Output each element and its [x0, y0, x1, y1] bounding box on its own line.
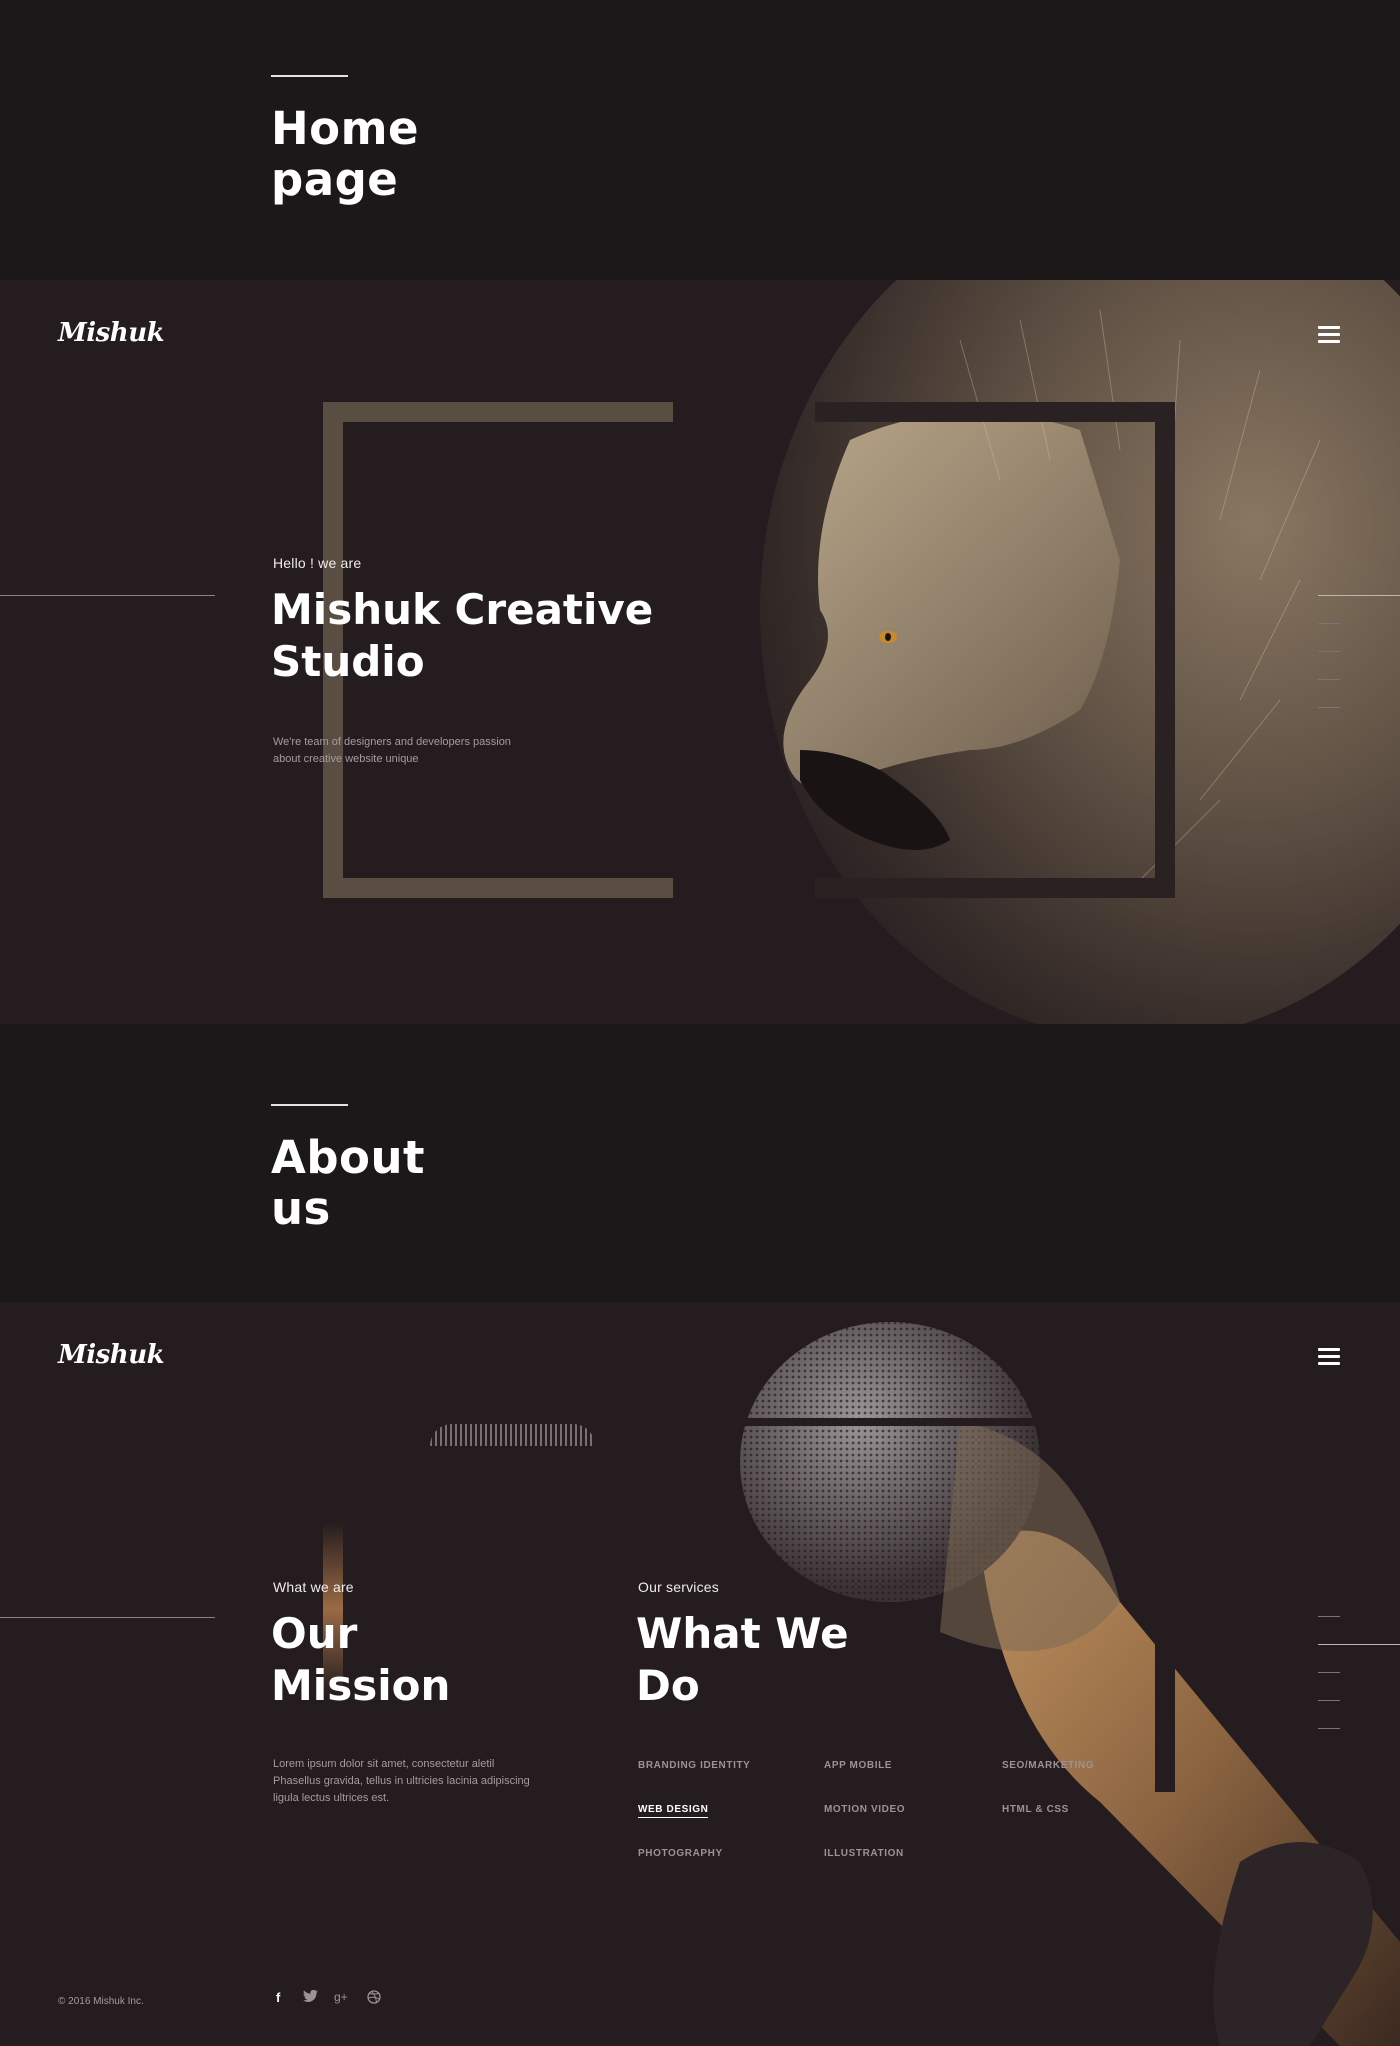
- twitter-icon[interactable]: [303, 1989, 318, 2005]
- hero-title: Mishuk Creative Studio: [271, 585, 654, 686]
- google-plus-icon[interactable]: g+: [334, 1990, 348, 2004]
- slide-indicator-active[interactable]: [1318, 595, 1400, 596]
- slide-indicator-tick[interactable]: [1318, 1700, 1340, 1701]
- slide-indicator-tick[interactable]: [1318, 1672, 1340, 1673]
- about-title-block: About us: [0, 1024, 1400, 1302]
- title-rule: [271, 75, 348, 77]
- slide-indicator-tick[interactable]: [1318, 707, 1340, 708]
- mission-description: Lorem ipsum dolor sit amet, consectetur …: [273, 1758, 530, 1804]
- decorative-frame-right: [815, 402, 1175, 898]
- about-section: Mishuk What we are Our Mission Lorem ips…: [0, 1302, 1400, 2046]
- hero-eyebrow: Hello ! we are: [273, 555, 362, 571]
- left-divider: [0, 595, 215, 596]
- slide-indicator-tick[interactable]: [1318, 623, 1340, 624]
- logo[interactable]: Mishuk: [58, 1340, 165, 1370]
- service-motion-video[interactable]: MOTION VIDEO: [824, 1804, 905, 1815]
- copyright: © 2016 Mishuk Inc.: [58, 1996, 144, 2007]
- service-app-mobile[interactable]: APP MOBILE: [824, 1760, 892, 1771]
- service-photography[interactable]: PHOTOGRAPHY: [638, 1848, 723, 1859]
- hero-description: We're team of designers and developers p…: [273, 736, 511, 765]
- home-title-block: Home page: [0, 0, 1400, 280]
- service-illustration[interactable]: ILLUSTRATION: [824, 1848, 904, 1859]
- slide-indicator-active[interactable]: [1318, 1644, 1400, 1645]
- services-eyebrow: Our services: [638, 1579, 719, 1595]
- page-title: Home page: [271, 102, 419, 206]
- slide-indicator-tick[interactable]: [1318, 1616, 1340, 1617]
- service-seo-marketing[interactable]: SEO/MARKETING: [1002, 1760, 1094, 1771]
- dribbble-icon[interactable]: [367, 1990, 381, 2007]
- hero-section: Mishuk Hello ! we are Mishuk Creative St…: [0, 280, 1400, 1024]
- decorative-mesh-top: [430, 1424, 595, 1446]
- decorative-frame-right: [1155, 1572, 1175, 1792]
- title-rule: [271, 1104, 348, 1106]
- logo[interactable]: Mishuk: [58, 318, 165, 348]
- mission-eyebrow: What we are: [273, 1579, 354, 1595]
- slide-indicator-tick[interactable]: [1318, 1728, 1340, 1729]
- facebook-icon[interactable]: f: [276, 1990, 280, 2005]
- services-title: What We Do: [636, 1609, 849, 1710]
- left-divider: [0, 1617, 215, 1618]
- service-html-css[interactable]: HTML & CSS: [1002, 1804, 1069, 1815]
- slide-indicator-tick[interactable]: [1318, 679, 1340, 680]
- mission-title: Our Mission: [271, 1609, 451, 1710]
- service-web-design[interactable]: WEB DESIGN: [638, 1804, 709, 1818]
- page-title: About us: [271, 1131, 426, 1235]
- service-branding-identity[interactable]: BRANDING IDENTITY: [638, 1760, 750, 1771]
- menu-icon[interactable]: [1318, 326, 1340, 344]
- menu-icon[interactable]: [1318, 1348, 1340, 1366]
- slide-indicator-tick[interactable]: [1318, 651, 1340, 652]
